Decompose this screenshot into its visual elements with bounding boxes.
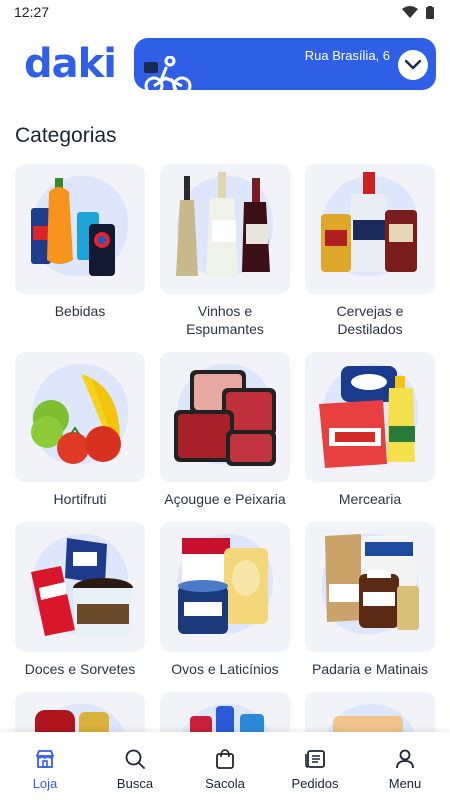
category-image-card [160, 164, 290, 294]
category-image-card [15, 352, 145, 482]
search-icon [125, 749, 145, 769]
beverages-image [31, 178, 115, 276]
category-mercearia[interactable]: Mercearia [305, 352, 435, 508]
category-image-card [305, 352, 435, 482]
nav-label: Busca [116, 776, 154, 791]
status-time: 12:27 [14, 4, 50, 20]
wines-image [176, 172, 270, 276]
nav-sacola[interactable]: Sacola [180, 732, 270, 800]
address-selector[interactable]: Rua Brasília, 6 [134, 38, 436, 90]
user-icon [396, 749, 414, 769]
category-image-card [305, 522, 435, 652]
category-image-card [15, 164, 145, 294]
meat-image [174, 370, 276, 466]
category-label: Ovos e Laticínios [171, 661, 279, 677]
category-hortifruti[interactable]: Hortifruti [15, 352, 145, 508]
status-bar: 12:27 [0, 0, 450, 24]
receipt-icon [305, 750, 325, 768]
wifi-icon [402, 6, 418, 18]
header: daki Rua Brasília, 6 [0, 36, 450, 92]
category-label: Vinhos e Espumantes [186, 303, 264, 337]
category-acougue[interactable]: Açougue e Peixaria [160, 352, 290, 508]
dairy-image [178, 538, 268, 634]
daki-logo[interactable]: daki [24, 40, 117, 88]
nav-pedidos[interactable]: Pedidos [270, 732, 360, 800]
delivery-address: Rua Brasília, 6 [304, 48, 390, 63]
store-icon [36, 750, 54, 768]
category-image-card [15, 522, 145, 652]
category-grid: Bebidas Vinhos e Espumantes Cervejas e D… [15, 164, 435, 732]
category-doces[interactable]: Doces e Sorvetes [15, 522, 145, 678]
sweets-image [31, 538, 133, 638]
sauces-image [35, 710, 109, 732]
address-dropdown-button[interactable] [398, 50, 428, 80]
category-label: Bebidas [54, 303, 106, 319]
category-label: Hortifruti [53, 491, 107, 507]
category-label: Doces e Sorvetes [24, 661, 136, 677]
snacks-image [333, 716, 403, 732]
category-ovos[interactable]: Ovos e Laticínios [160, 522, 290, 678]
category-label: Açougue e Peixaria [164, 491, 286, 507]
category-label: Cervejas e Destilados [336, 303, 404, 337]
category-vinhos[interactable]: Vinhos e Espumantes [160, 164, 290, 338]
grocery-image [319, 366, 415, 468]
nav-label: Pedidos [291, 776, 339, 791]
category-padaria[interactable]: Padaria e Matinais [305, 522, 435, 678]
produce-image [31, 374, 121, 464]
bakery-image [325, 534, 419, 630]
nav-loja[interactable]: Loja [0, 732, 90, 800]
battery-icon [426, 5, 434, 19]
category-image-card [15, 692, 145, 732]
category-image-card [305, 164, 435, 294]
category-label: Padaria e Matinais [312, 661, 428, 677]
category-image-card [160, 522, 290, 652]
cleaning-image [190, 706, 264, 732]
category-image-card [160, 352, 290, 482]
nav-label: Menu [388, 776, 422, 791]
category-card-partial[interactable] [15, 692, 145, 732]
category-image-card [305, 692, 435, 732]
nav-menu[interactable]: Menu [360, 732, 450, 800]
status-icons [402, 5, 434, 19]
bottom-navigation: Loja Busca Sacola Pedidos Menu [0, 732, 450, 800]
nav-label: Loja [32, 776, 58, 791]
delivery-rider-icon [144, 56, 192, 90]
category-cervejas[interactable]: Cervejas e Destilados [305, 164, 435, 338]
nav-label: Sacola [205, 776, 245, 791]
category-image-card [160, 692, 290, 732]
page-title: Categorias [15, 124, 117, 147]
category-bebidas[interactable]: Bebidas [15, 164, 145, 320]
category-card-partial[interactable] [305, 692, 435, 732]
category-card-partial[interactable] [160, 692, 290, 732]
beers-spirits-image [321, 172, 417, 272]
category-label: Mercearia [338, 491, 402, 507]
bag-icon [216, 749, 234, 769]
nav-busca[interactable]: Busca [90, 732, 180, 800]
chevron-down-icon [405, 60, 421, 70]
